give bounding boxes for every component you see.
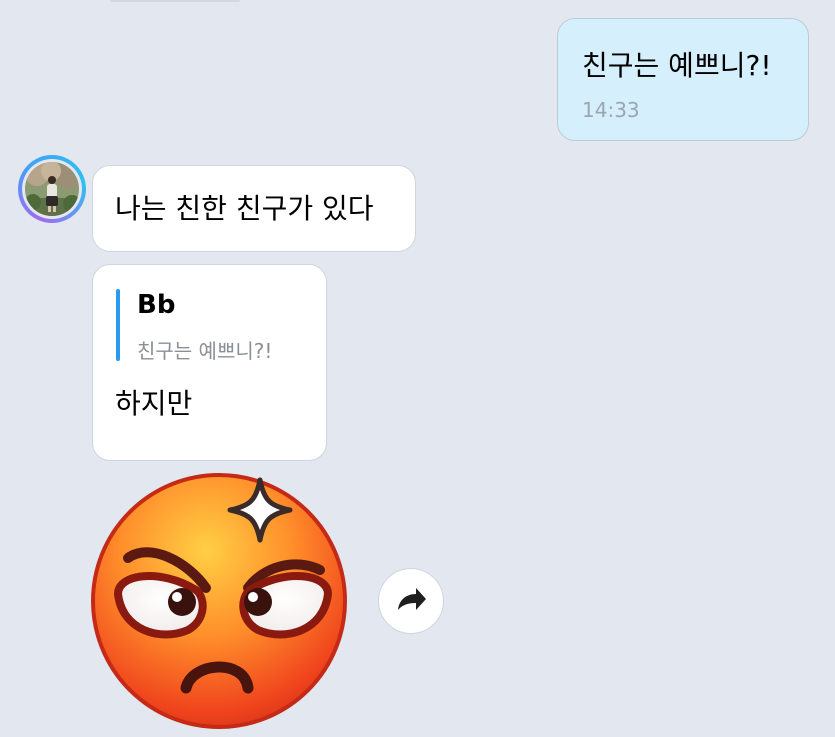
quote-accent-bar xyxy=(116,289,120,361)
sender-avatar[interactable] xyxy=(18,155,86,223)
quote-author: Bb xyxy=(137,290,176,320)
message-timestamp: 14:33 xyxy=(582,98,640,122)
message-text: 나는 친한 친구가 있다 xyxy=(115,192,374,225)
quote-text: 친구는 예쁘니?! xyxy=(137,339,273,363)
forward-button[interactable] xyxy=(378,568,444,634)
message-text: 하지만 xyxy=(115,387,193,420)
message-text: 친구는 예쁘니?! xyxy=(582,49,772,82)
incoming-message[interactable]: 나는 친한 친구가 있다 xyxy=(92,165,416,252)
previous-message-edge xyxy=(110,0,240,2)
incoming-reply-message[interactable]: Bb 친구는 예쁘니?! 하지만 xyxy=(92,264,327,461)
outgoing-message[interactable]: 친구는 예쁘니?! 14:33 xyxy=(557,18,809,141)
angry-face-sticker[interactable] xyxy=(88,470,350,732)
forward-arrow-icon xyxy=(397,587,426,610)
avatar-photo xyxy=(25,162,79,216)
angry-face-icon xyxy=(91,473,347,729)
